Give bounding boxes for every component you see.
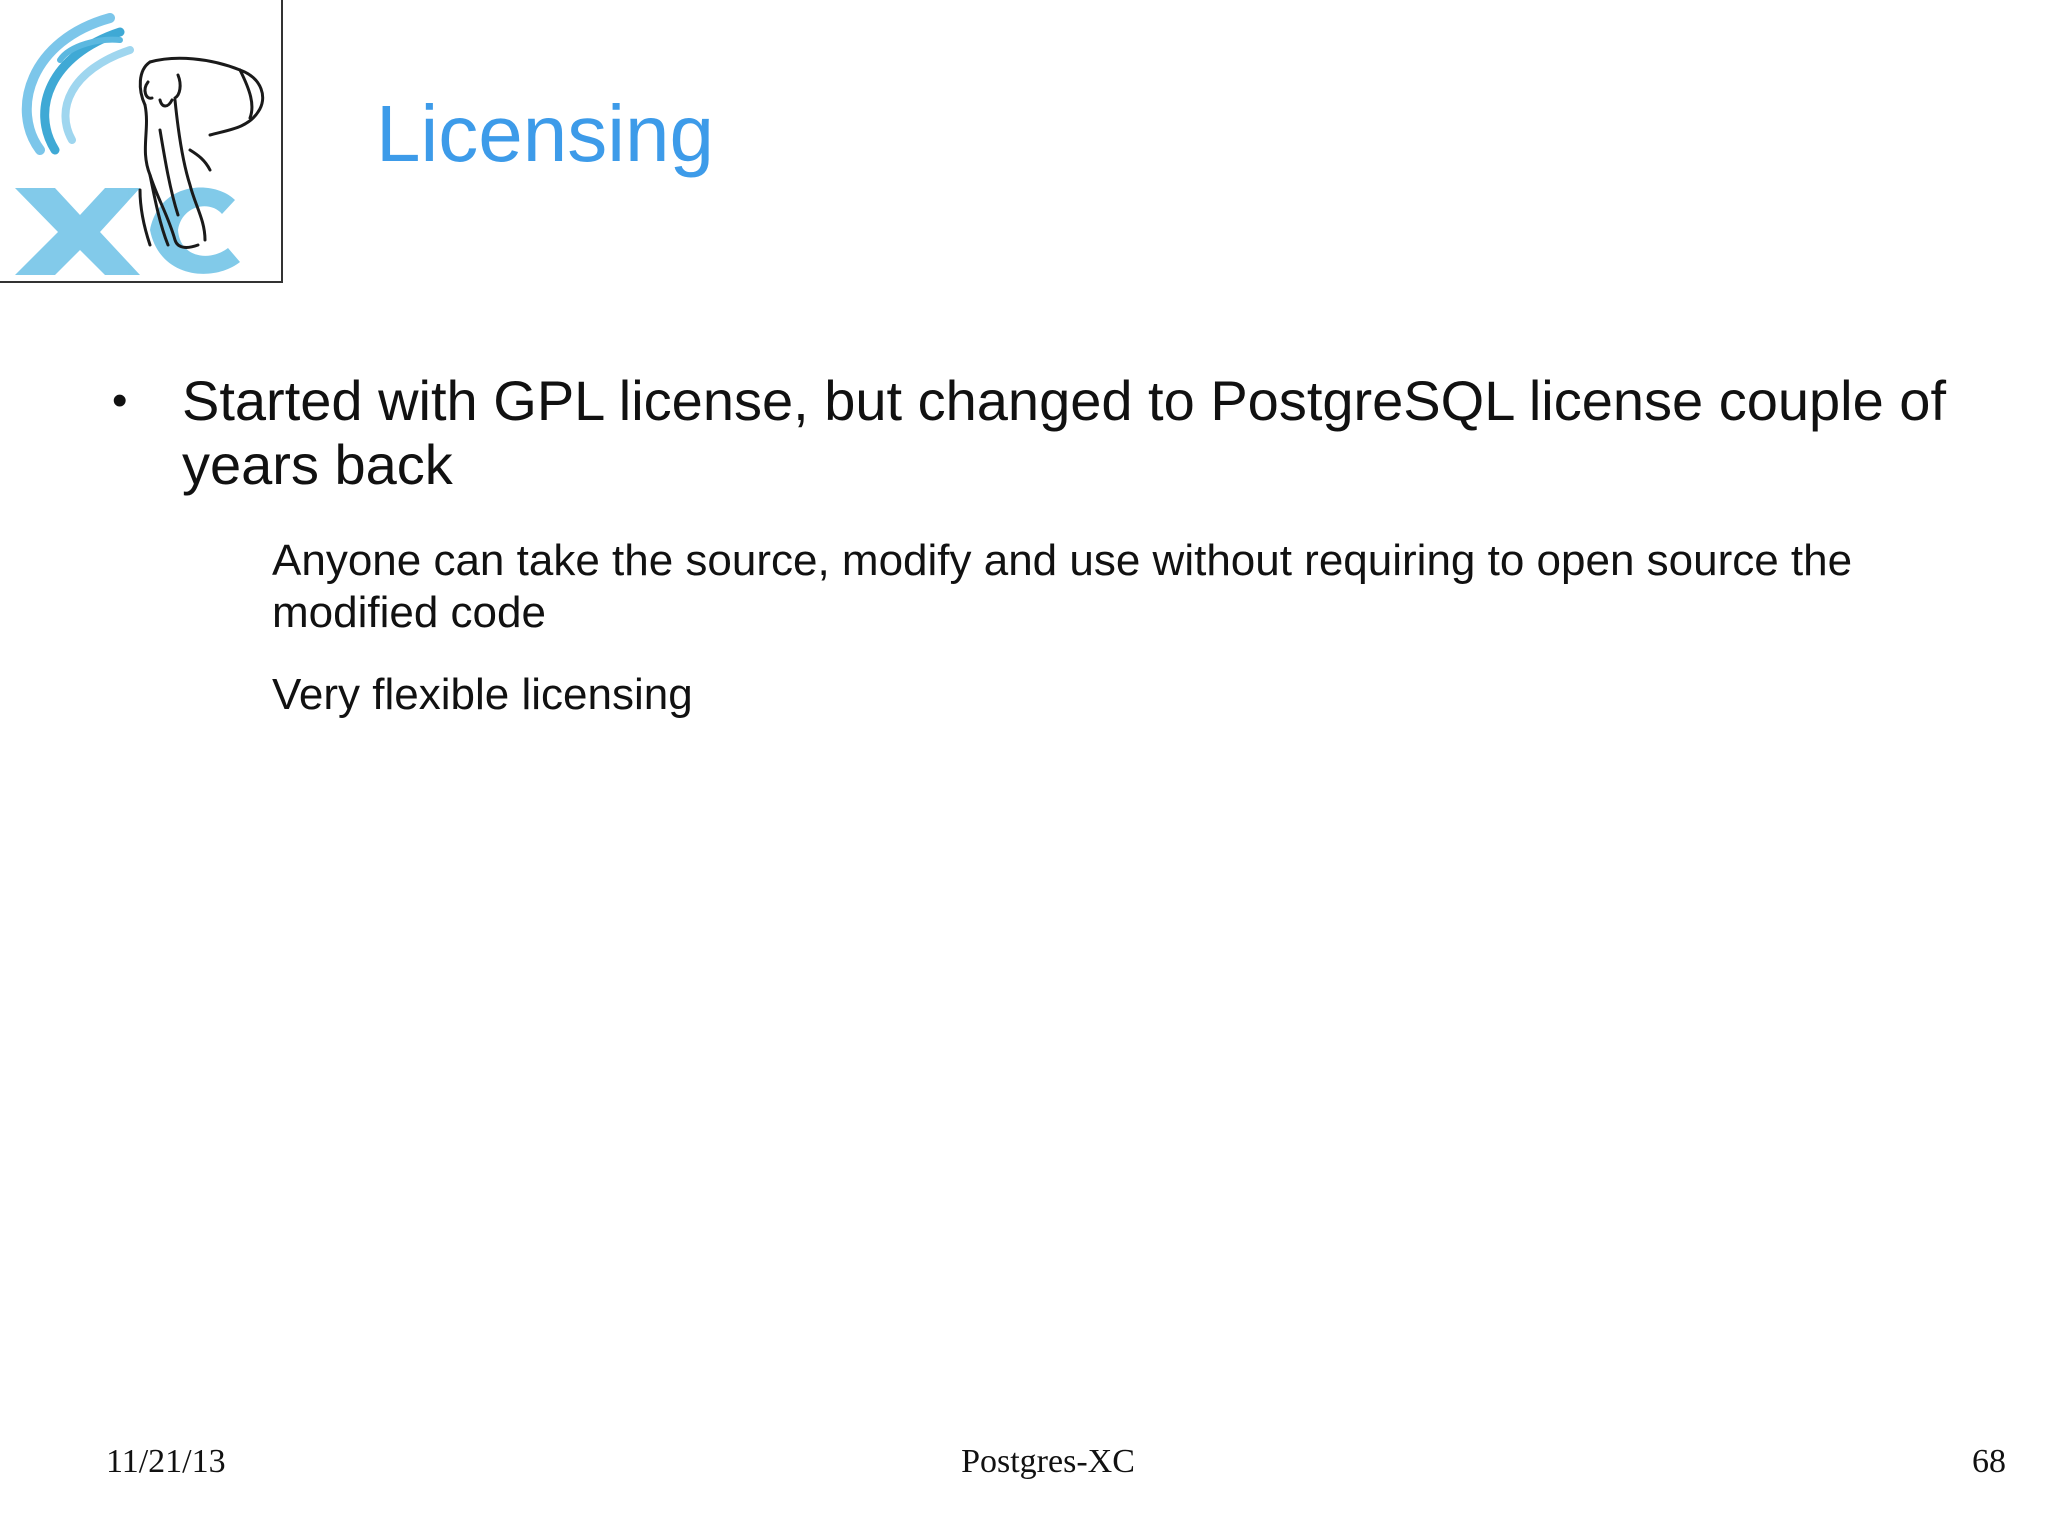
bullet-icon: • xyxy=(112,376,128,425)
slide: Licensing • Started with GPL license, bu… xyxy=(0,0,2048,1535)
elephant-logo-icon xyxy=(15,13,264,275)
sub-bullet-text: Very flexible licensing xyxy=(272,670,693,719)
page-number: 68 xyxy=(1972,1443,2006,1480)
footer-title: Postgres-XC xyxy=(961,1443,1135,1480)
slide-title: Licensing xyxy=(376,89,715,178)
postgres-xc-logo xyxy=(0,0,283,283)
sub-bullet-text: Anyone can take the source, modify and u… xyxy=(272,536,1853,637)
bullet-text: Started with GPL license, but changed to… xyxy=(182,369,1946,496)
